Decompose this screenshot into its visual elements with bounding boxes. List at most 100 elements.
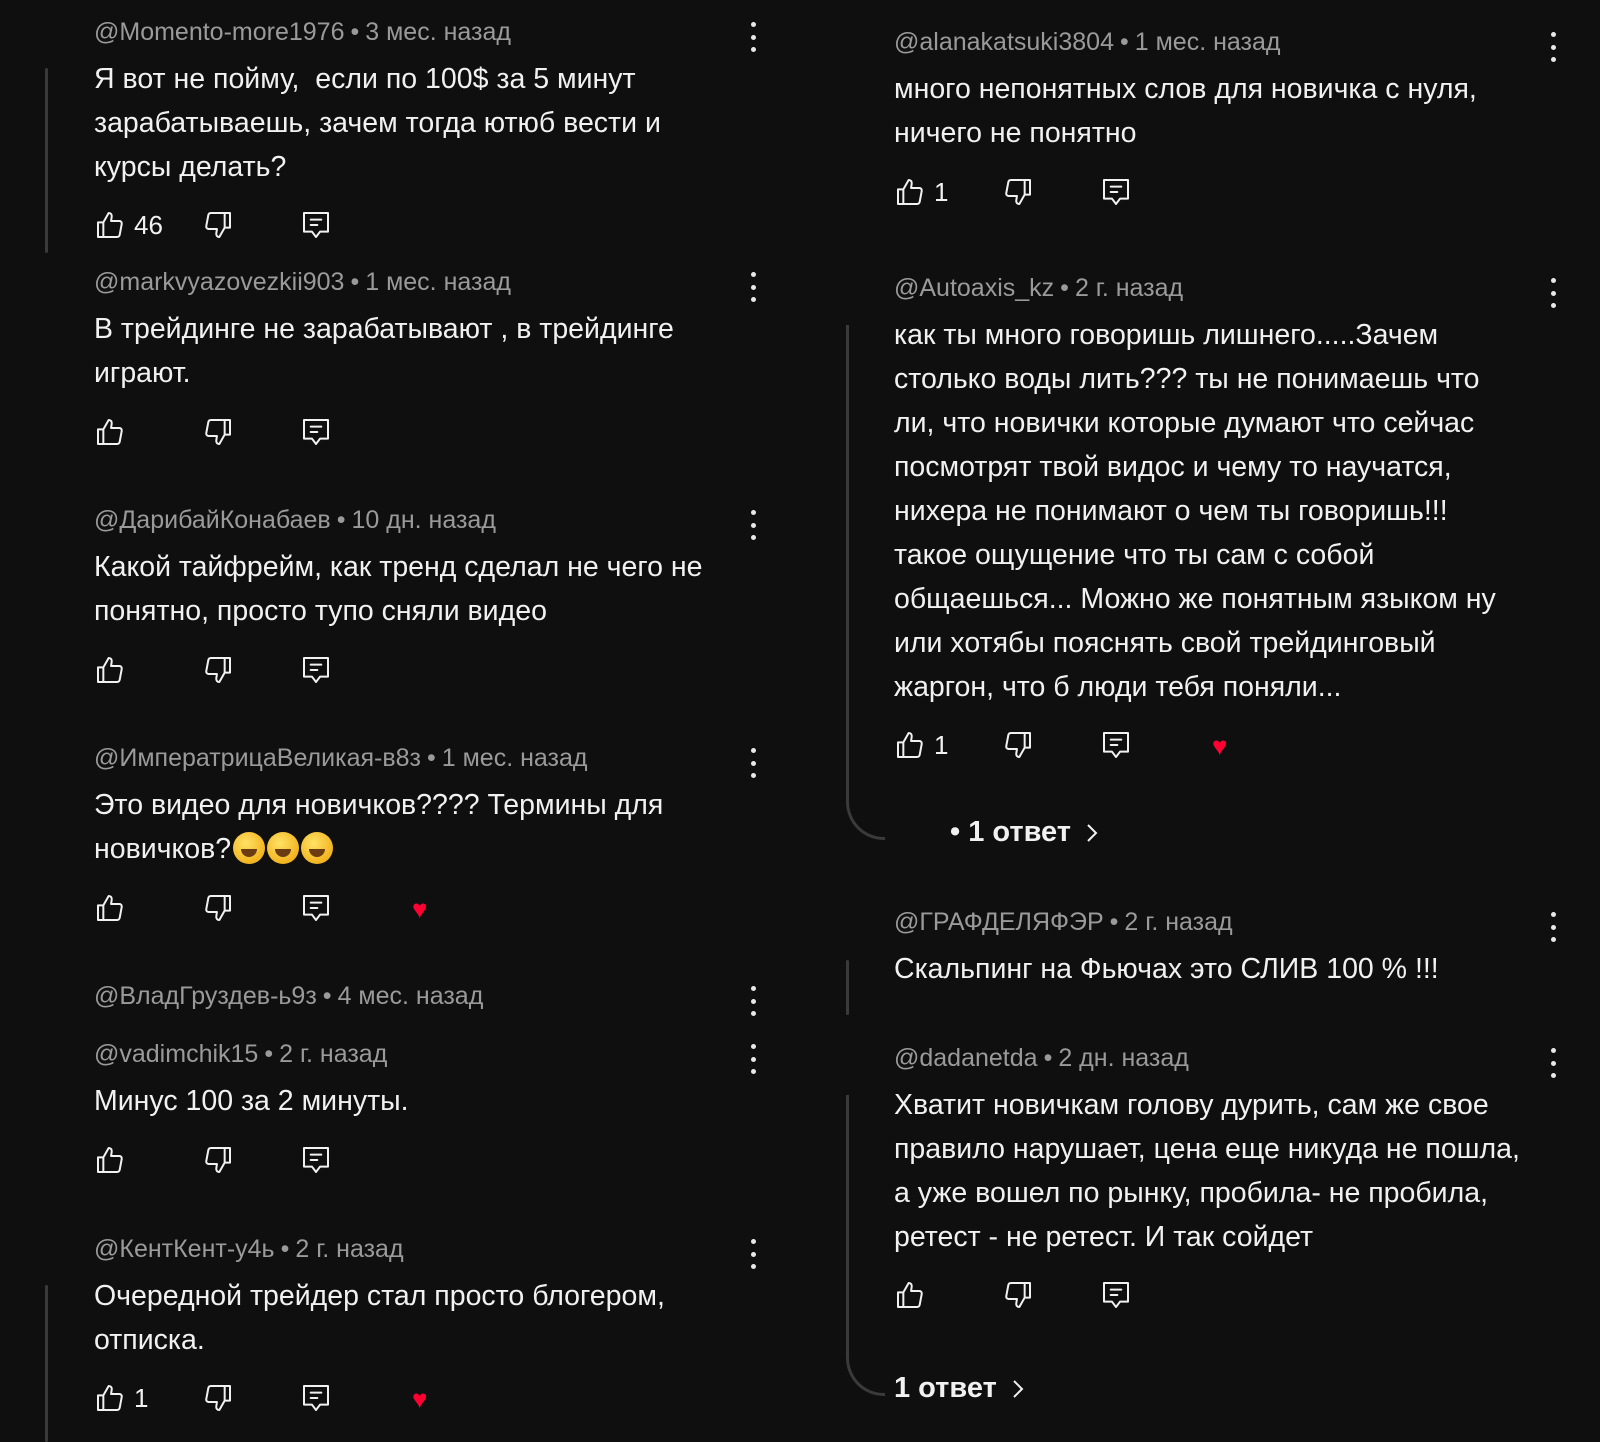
reply-button[interactable] (300, 1140, 332, 1180)
thumbs-down-icon (205, 1385, 231, 1411)
more-vert-icon[interactable] (748, 272, 758, 302)
comment-author[interactable]: @dadanetda (894, 1044, 1038, 1072)
comment-time[interactable]: 1 мес. назад (365, 268, 511, 296)
reply-comment-icon (1103, 1282, 1129, 1308)
comment-time[interactable]: 1 мес. назад (1135, 28, 1281, 56)
comment: @ГРАФДЕЛЯФЭР • 2 г. назад Скальпинг на Фью… (894, 907, 1554, 991)
comment: @alanakatsuki3804 • 1 мес. назад много неп… (894, 27, 1534, 155)
thread-line (846, 325, 885, 840)
more-vert-icon[interactable] (1548, 278, 1558, 308)
comment-time[interactable]: 2 г. назад (279, 1040, 387, 1068)
comment-author[interactable]: @ГРАФДЕЛЯФЭР (894, 908, 1104, 936)
reply-button[interactable] (1100, 725, 1132, 765)
dislike-button[interactable] (1002, 725, 1034, 765)
like-count: 46 (134, 209, 163, 240)
comment-text: много непонятных слов для новичка с нуля… (894, 73, 1477, 149)
reply-button[interactable] (300, 205, 332, 245)
reply-button[interactable] (1100, 172, 1132, 212)
more-vert-icon[interactable] (1548, 32, 1558, 62)
like-button[interactable]: 1 (94, 1378, 148, 1418)
reply-button[interactable] (300, 888, 332, 928)
heart-icon: ♥ (412, 894, 428, 924)
comment-text: как ты много говоришь лишнего.....Зачем … (894, 319, 1496, 703)
reply-comment-icon (1103, 732, 1129, 758)
reply-button[interactable] (300, 650, 332, 690)
comment-time[interactable]: 10 дн. назад (351, 506, 495, 534)
more-vert-icon[interactable] (748, 22, 758, 52)
comment-author[interactable]: @ДарибайКонабаев (94, 506, 331, 534)
thumbs-down-icon (1005, 732, 1031, 758)
reply-button[interactable] (300, 1378, 332, 1418)
comment-author[interactable]: @vadimchik15 (94, 1040, 258, 1068)
dislike-button[interactable] (202, 650, 234, 690)
grinning-sweat-emoji (267, 832, 300, 864)
like-button[interactable]: 46 (94, 205, 163, 245)
more-vert-icon[interactable] (748, 510, 758, 540)
reply-comment-icon (303, 895, 329, 921)
comment-meta: @ДарибайКонабаев • 10 дн. назад (94, 506, 496, 534)
dislike-button[interactable] (202, 1378, 234, 1418)
reply-button[interactable] (300, 412, 332, 452)
grinning-sweat-emoji (233, 832, 266, 864)
replies-count: 1 ответ (894, 1372, 997, 1404)
more-vert-icon[interactable] (1548, 912, 1558, 942)
more-vert-icon[interactable] (748, 748, 758, 778)
thumbs-up-icon (97, 1385, 123, 1411)
thumbs-down-icon (1005, 1282, 1031, 1308)
thumbs-up-icon (97, 1147, 123, 1173)
like-button[interactable]: 1 (894, 172, 948, 212)
comment-text: Очередной трейдер стал просто блогером, … (94, 1280, 665, 1356)
reply-comment-icon (303, 212, 329, 238)
like-button[interactable] (94, 650, 134, 690)
comment: @vadimchik15 • 2 г. назад Минус 100 за 2 м… (94, 1039, 754, 1123)
more-vert-icon[interactable] (748, 1239, 758, 1269)
like-button[interactable] (94, 412, 134, 452)
comment-time[interactable]: 2 дн. назад (1058, 1044, 1189, 1072)
dislike-button[interactable] (202, 888, 234, 928)
view-replies-button[interactable]: • 1 ответ (950, 816, 1099, 849)
comment-author[interactable]: @КентКент-у4ь (94, 1235, 275, 1263)
comment-text: Я вот не пойму, если по 100$ за 5 минут … (94, 63, 661, 183)
dislike-button[interactable] (202, 412, 234, 452)
comment: @ВладГруздев-ь9з • 4 мес. назад (94, 981, 754, 1011)
comment-time[interactable]: 2 г. назад (1124, 908, 1232, 936)
heart-icon: ♥ (412, 1384, 428, 1414)
thumbs-down-icon (205, 212, 231, 238)
thumbs-down-icon (205, 657, 231, 683)
comment-time[interactable]: 3 мес. назад (365, 18, 511, 46)
comment-time[interactable]: 4 мес. назад (338, 982, 484, 1010)
like-button[interactable] (894, 1275, 934, 1315)
comment-time[interactable]: 2 г. назад (295, 1235, 403, 1263)
comment-meta: @dadanetda • 2 дн. назад (894, 1044, 1189, 1072)
like-button[interactable]: 1 (894, 725, 948, 765)
more-vert-icon[interactable] (748, 986, 758, 1016)
dislike-button[interactable] (202, 205, 234, 245)
comment-time[interactable]: 1 мес. назад (442, 744, 588, 772)
thumbs-up-icon (897, 179, 923, 205)
thumbs-up-icon (97, 419, 123, 445)
comment-author[interactable]: @Momento-more1976 (94, 18, 345, 46)
comment-author[interactable]: @ВладГруздев-ь9з (94, 982, 317, 1010)
dislike-button[interactable] (1002, 172, 1034, 212)
chevron-right-icon (1011, 1378, 1025, 1400)
comment-time[interactable]: 2 г. назад (1075, 274, 1183, 302)
dislike-button[interactable] (202, 1140, 234, 1180)
thumbs-down-icon (1005, 179, 1031, 205)
comment-author[interactable]: @alanakatsuki3804 (894, 28, 1114, 56)
comment-text: Это видео для новичков???? Термины для н… (94, 789, 664, 865)
dislike-button[interactable] (1002, 1275, 1034, 1315)
comment-author[interactable]: @ИмператрицаВеликая-в8з (94, 744, 421, 772)
reply-comment-icon (303, 419, 329, 445)
comment-author[interactable]: @Autoaxis_kz (894, 274, 1054, 302)
comment-meta: @Momento-more1976 • 3 мес. назад (94, 18, 511, 46)
like-button[interactable] (94, 1140, 134, 1180)
view-replies-button[interactable]: 1 ответ (894, 1372, 1025, 1405)
comment-author[interactable]: @markvyazovezkii903 (94, 268, 344, 296)
reply-comment-icon (303, 1385, 329, 1411)
more-vert-icon[interactable] (1548, 1048, 1558, 1078)
more-vert-icon[interactable] (748, 1044, 758, 1074)
comment-meta: @vadimchik15 • 2 г. назад (94, 1040, 388, 1068)
like-button[interactable] (94, 888, 134, 928)
comment: @КентКент-у4ь • 2 г. назад Очередной трейд… (94, 1234, 754, 1362)
reply-button[interactable] (1100, 1275, 1132, 1315)
